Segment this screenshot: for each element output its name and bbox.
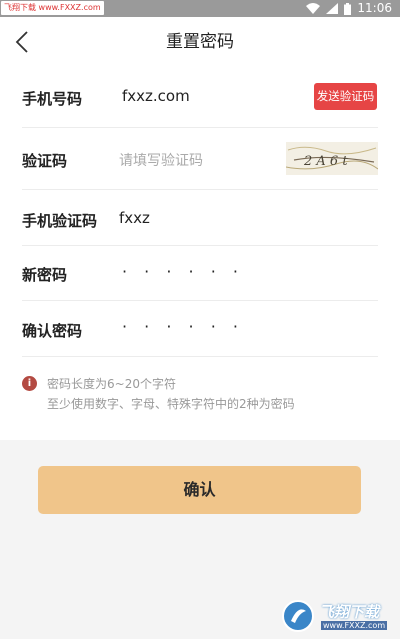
status-icons: 11:06: [306, 0, 392, 17]
phone-input[interactable]: fxxz.com: [122, 87, 190, 105]
captcha-label: 验证码: [22, 152, 68, 170]
wifi-icon: [306, 3, 321, 14]
confirm-button[interactable]: 确认: [38, 466, 361, 514]
watermark-url: www.FXXZ.com: [321, 621, 388, 630]
captcha-input[interactable]: 请填写验证码: [119, 150, 203, 170]
watermark-label: 飞翔下载 www.FXXZ.com: [1, 1, 104, 15]
hint-line-2: 至少使用数字、字母、特殊字符中的2种为密码: [47, 397, 295, 411]
confirm-password-input[interactable]: · · · · · ·: [122, 317, 244, 336]
battery-icon: [344, 2, 352, 15]
send-code-button[interactable]: 发送验证码: [314, 83, 377, 110]
sms-code-row: 手机验证码 fxxz: [22, 190, 378, 246]
sms-code-input[interactable]: fxxz: [119, 209, 150, 227]
signal-icon: [326, 3, 339, 14]
captcha-row: 验证码 请填写验证码 2 A 6 t: [22, 128, 379, 190]
new-password-row: 新密码 · · · · · ·: [22, 246, 378, 301]
confirm-password-row: 确认密码 · · · · · ·: [22, 301, 378, 357]
captcha-text: 2 A 6 t: [303, 154, 348, 169]
status-time: 11:06: [357, 1, 392, 15]
new-password-input[interactable]: · · · · · ·: [122, 262, 244, 281]
confirm-password-label: 确认密码: [22, 322, 83, 340]
reset-password-form: 手机号码 fxxz.com 发送验证码 验证码 请填写验证码 2 A 6 t 手…: [0, 67, 400, 440]
app-header: 重置密码: [0, 17, 400, 67]
phone-label: 手机号码: [22, 90, 83, 108]
hint-line-1: 密码长度为6~20个字符: [47, 377, 176, 391]
info-icon: i: [22, 376, 37, 391]
status-bar: 飞翔下载 www.FXXZ.com 11:06: [0, 0, 400, 17]
new-password-label: 新密码: [22, 266, 68, 284]
sms-code-label: 手机验证码: [22, 212, 98, 230]
phone-row: 手机号码 fxxz.com 发送验证码: [22, 67, 378, 128]
password-hint: i 密码长度为6~20个字符 至少使用数字、字母、特殊字符中的2种为密码: [22, 375, 382, 415]
watermark-logo: 飞翔下载 www.FXXZ.com: [281, 599, 396, 635]
page-title: 重置密码: [166, 32, 234, 52]
captcha-image[interactable]: 2 A 6 t: [285, 142, 379, 175]
watermark-text: 飞翔下载: [319, 603, 380, 621]
